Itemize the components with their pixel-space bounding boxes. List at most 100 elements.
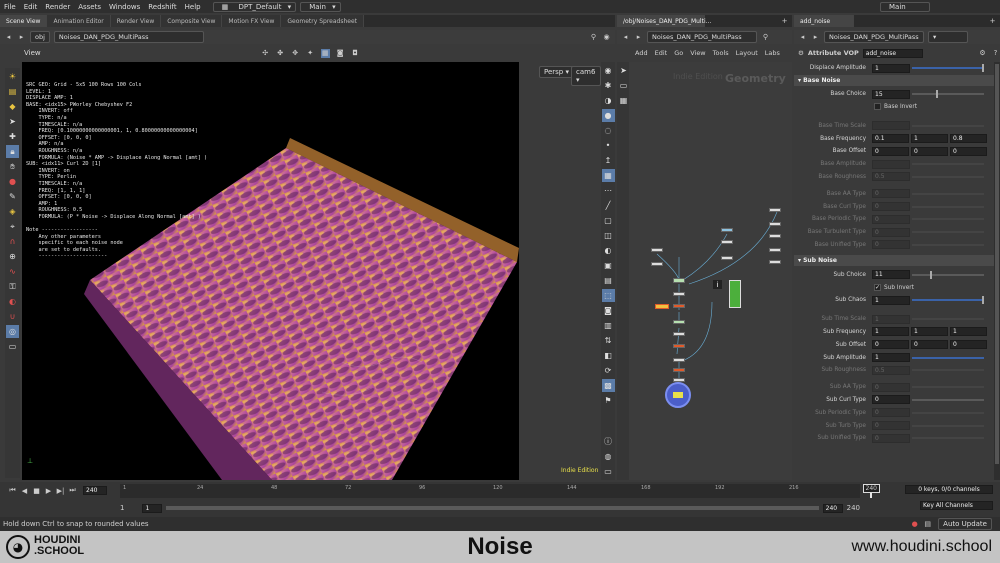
sub-choice-slider[interactable] <box>912 270 984 279</box>
help-icon[interactable]: ? <box>991 49 1000 58</box>
light-icon[interactable]: ☀ <box>6 70 19 83</box>
globe-icon[interactable]: ◍ <box>602 450 615 463</box>
network-editor[interactable]: ➤ ▭ ▦ Indie Edition Geometry i <box>617 62 792 480</box>
parm-slider[interactable] <box>912 369 984 372</box>
edge-icon[interactable]: ╱ <box>602 199 615 212</box>
network-menu-edit[interactable]: Edit <box>655 49 668 57</box>
parm-forward-icon[interactable]: ▸ <box>811 33 820 42</box>
curve-icon[interactable]: ∿ <box>6 265 19 278</box>
parm-field[interactable]: 0 <box>872 202 910 212</box>
range-slider[interactable] <box>166 506 819 510</box>
menu-edit[interactable]: Edit <box>20 3 42 11</box>
select-icon[interactable]: ➤ <box>6 115 19 128</box>
network-menu-add[interactable]: Add <box>635 49 648 57</box>
node-name-field[interactable]: add_noise <box>862 48 923 58</box>
shelf-icon[interactable]: ▤ <box>6 85 19 98</box>
grid-display-icon[interactable]: ▤ <box>602 274 615 287</box>
sphere-icon[interactable]: ● <box>601 109 615 122</box>
shade-icon[interactable]: ◑ <box>602 94 615 107</box>
parm-slider[interactable] <box>912 437 984 440</box>
main-selector[interactable]: Main ▾ <box>300 1 341 12</box>
network-node[interactable] <box>769 222 781 226</box>
template-icon[interactable]: ▣ <box>602 259 615 272</box>
menu-help[interactable]: Help <box>181 3 205 11</box>
base-choice-field[interactable]: 15 <box>872 89 910 99</box>
section-sub-noise[interactable]: ▾ Sub Noise <box>794 255 994 267</box>
bookmark-icon[interactable]: ⚑ <box>602 394 615 407</box>
current-frame-field[interactable]: 240 <box>83 486 107 495</box>
parm-field[interactable]: 0 <box>950 146 987 156</box>
parm-field[interactable]: 1 <box>872 353 910 363</box>
parm-field[interactable]: 0 <box>872 340 909 350</box>
parm-scroll-thumb[interactable] <box>995 64 999 464</box>
base-invert-checkbox[interactable] <box>874 103 881 111</box>
menu-file[interactable]: File <box>0 3 20 11</box>
display-icon[interactable]: ◎ <box>6 325 19 338</box>
base-choice-slider[interactable] <box>912 90 984 99</box>
jump-end-icon[interactable]: ⏭︎ <box>68 486 77 495</box>
point-icon[interactable]: • <box>602 139 615 152</box>
parm-field[interactable]: 0 <box>872 189 910 199</box>
network-menu-layout[interactable]: Layout <box>736 49 758 57</box>
key-icon[interactable]: ⚿ <box>6 280 19 293</box>
menu-windows[interactable]: Windows <box>105 3 144 11</box>
sub-chaos-slider[interactable] <box>912 296 984 305</box>
parm-field[interactable] <box>872 121 910 131</box>
network-node[interactable] <box>673 332 685 336</box>
camera-menu[interactable]: cam6 ▾ <box>571 66 601 86</box>
rotate-icon[interactable]: ✦ <box>306 49 315 58</box>
move-icon[interactable]: ✚ <box>6 130 19 143</box>
play-icon[interactable]: ▶ <box>44 486 53 495</box>
tab-scene-view[interactable]: Scene View <box>0 15 48 27</box>
key-all-channels-dropdown[interactable]: Key All Channels <box>920 501 993 510</box>
parm-slider[interactable] <box>912 243 984 246</box>
jump-start-icon[interactable]: ⏮︎ <box>8 486 17 495</box>
display-flag-node[interactable] <box>665 382 691 408</box>
parm-slider[interactable] <box>912 424 984 427</box>
network-node[interactable] <box>721 228 733 232</box>
network-node[interactable] <box>673 320 685 324</box>
displace-amplitude-field[interactable]: 1 <box>872 63 910 73</box>
network-node[interactable] <box>651 248 663 252</box>
camera-view-icon[interactable]: ◙ <box>602 304 615 317</box>
vertex-icon[interactable]: ⋯ <box>602 184 615 197</box>
stop-icon[interactable]: ■ <box>32 486 41 495</box>
menu-assets[interactable]: Assets <box>74 3 105 11</box>
network-node[interactable] <box>769 208 781 212</box>
network-menu-tools[interactable]: Tools <box>713 49 729 57</box>
fx-icon[interactable]: ▤ <box>923 520 932 529</box>
brush-icon[interactable]: ✎ <box>6 190 19 203</box>
parm-field[interactable]: 1 <box>911 134 948 144</box>
network-node[interactable] <box>673 278 685 283</box>
parm-tab-add-icon[interactable]: + <box>988 17 997 26</box>
network-forward-icon[interactable]: ▸ <box>634 33 643 42</box>
auto-update-button[interactable]: Auto Update <box>938 518 992 530</box>
parm-path-dropdown[interactable]: ▾ <box>928 31 968 43</box>
parm-scrollbar[interactable] <box>994 62 1000 480</box>
step-back-icon[interactable]: ◀ <box>20 486 29 495</box>
ortho-icon[interactable]: ⬚ <box>601 289 615 302</box>
parm-slider[interactable] <box>912 175 984 178</box>
path-node[interactable]: Noises_DAN_PDG_MultiPass <box>53 31 204 43</box>
network-info-icon[interactable]: i <box>713 280 722 289</box>
network-tab-add-icon[interactable]: + <box>780 17 789 26</box>
parm-field[interactable]: 1 <box>872 314 910 324</box>
tab-composite-view[interactable]: Composite View <box>161 15 223 27</box>
parm-slider[interactable] <box>912 386 984 389</box>
network-node[interactable] <box>673 304 685 308</box>
parm-slider[interactable] <box>912 192 984 195</box>
menu-render[interactable]: Render <box>41 3 74 11</box>
parm-field[interactable]: 0.5 <box>872 172 910 182</box>
parm-field[interactable]: 1 <box>872 327 909 337</box>
link-icon[interactable]: ◉ <box>602 33 611 42</box>
network-sticky-note[interactable] <box>729 280 741 308</box>
viewport[interactable]: SRC GEO: Grid - 5x5 100 Rows 100 Cols LEV… <box>22 62 519 480</box>
network-node[interactable] <box>673 358 685 362</box>
normal-icon[interactable]: ↥ <box>602 154 615 167</box>
section-base-noise[interactable]: ▾ Base Noise <box>794 74 994 86</box>
parm-field[interactable] <box>872 159 910 169</box>
network-pin-icon[interactable]: ⚲ <box>761 33 770 42</box>
lights-icon[interactable]: ✱ <box>602 79 615 92</box>
uv-icon[interactable]: ◫ <box>602 229 615 242</box>
render-icon[interactable]: ◘ <box>351 49 360 58</box>
